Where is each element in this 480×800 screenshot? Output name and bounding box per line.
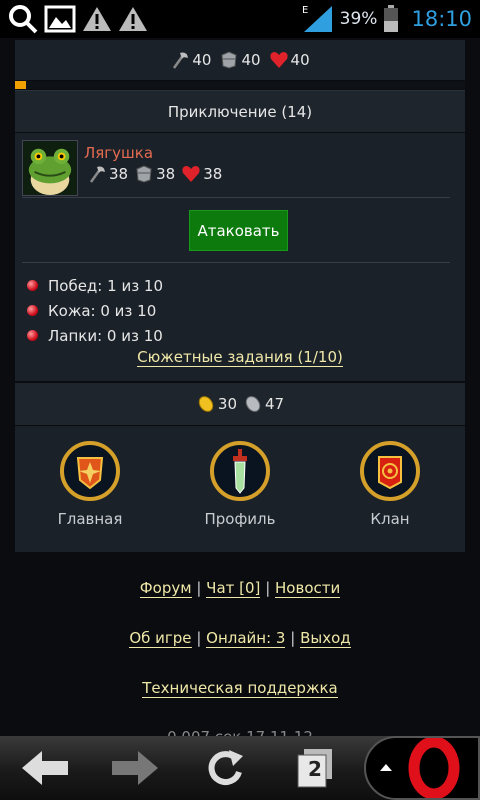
axe-icon — [173, 52, 189, 69]
monster-stats: 38 38 38 — [84, 164, 225, 184]
battery-percent: 39% — [339, 9, 378, 29]
support-link[interactable]: Техническая поддержка — [142, 679, 338, 698]
adventure-header: Приключение (14) — [15, 90, 465, 132]
heart-icon — [269, 52, 288, 68]
about-link[interactable]: Об игре — [129, 629, 192, 648]
footer-timing: 0.007 сек 17.11.12 — [0, 728, 480, 736]
nav-clan[interactable]: Клан — [330, 438, 450, 552]
silver-coin-icon — [245, 396, 261, 412]
status-bar: E 39% 18:10 — [0, 0, 480, 38]
quest-item: Побед: 1 из 10 — [27, 273, 163, 298]
tab-count: 2 — [308, 757, 322, 781]
back-arrow-icon — [22, 751, 68, 785]
adventure-title: Приключение (14) — [167, 102, 313, 121]
monster-attack: 38 — [87, 164, 128, 184]
warning-icon-2 — [119, 7, 147, 31]
opera-logo-icon — [408, 738, 460, 798]
monster-health: 38 — [181, 164, 222, 184]
monster-card: Лягушка 38 38 38 — [22, 140, 450, 198]
story-quests-link[interactable]: Сюжетные задания (1/10) — [15, 348, 465, 367]
red-dot-icon — [27, 280, 38, 291]
red-dot-icon — [27, 330, 38, 341]
forum-link[interactable]: Форум — [139, 579, 192, 598]
quest-item: Кожа: 0 из 10 — [27, 298, 163, 323]
game-page: 40 40 40 Приключение (14) Лягушка 38 38 … — [0, 38, 480, 736]
footer-links-row-3: Техническая поддержка — [0, 679, 480, 698]
adventure-body: Лягушка 38 38 38 Атаковать Побед: 1 из 1… — [15, 133, 465, 381]
attack-button[interactable]: Атаковать — [189, 210, 288, 251]
tabs-button[interactable]: 2 — [270, 736, 360, 800]
resources-bar: 30 47 — [15, 383, 465, 425]
chat-link[interactable]: Чат [0] — [206, 579, 261, 598]
monster-name[interactable]: Лягушка — [84, 144, 225, 162]
footer-links-row-2: Об игре | Онлайн: 3 | Выход — [129, 629, 351, 648]
chevron-up-icon — [380, 764, 392, 771]
footer-links-row-1: Форум | Чат [0] | Новости — [139, 579, 341, 598]
online-link[interactable]: Онлайн: 3 — [206, 629, 286, 648]
svg-text:E: E — [302, 5, 308, 16]
armor-stat: 40 — [219, 50, 261, 70]
main-nav: Главная Профиль Клан — [15, 426, 465, 552]
monster-armor: 38 — [134, 164, 175, 184]
opera-menu-button[interactable] — [364, 736, 480, 800]
signal-icon: E — [302, 5, 332, 32]
gallery-icon — [44, 5, 76, 33]
silver-resource: 47 — [243, 394, 284, 414]
gold-coin-icon — [198, 396, 214, 412]
sword-icon — [210, 441, 270, 501]
frog-avatar — [22, 140, 78, 196]
red-dot-icon — [27, 305, 38, 316]
back-button[interactable] — [0, 736, 90, 800]
divider — [22, 262, 450, 263]
warning-icon — [83, 7, 111, 31]
armor-icon — [221, 51, 237, 69]
armor-icon — [136, 165, 152, 183]
exit-link[interactable]: Выход — [300, 629, 351, 648]
health-stat: 40 — [269, 50, 310, 70]
xp-progress-fill — [15, 81, 27, 89]
battery-icon — [384, 5, 399, 32]
quest-item: Лапки: 0 из 10 — [27, 323, 163, 348]
browser-toolbar: 2 — [0, 736, 480, 800]
clock: 18:10 — [411, 7, 472, 31]
attack-stat: 40 — [170, 50, 211, 70]
quest-list: Побед: 1 из 10 Кожа: 0 из 10 Лапки: 0 из… — [27, 273, 163, 348]
heart-icon — [182, 166, 200, 182]
nav-home[interactable]: Главная — [30, 438, 150, 552]
news-link[interactable]: Новости — [275, 579, 341, 598]
gold-resource: 30 — [196, 394, 237, 414]
xp-progress-bar — [15, 81, 465, 89]
search-icon — [9, 5, 38, 34]
reload-button[interactable] — [180, 736, 270, 800]
clan-banner-icon — [360, 441, 420, 501]
forward-button[interactable] — [90, 736, 180, 800]
monster-info: Лягушка 38 38 38 — [84, 140, 225, 197]
home-shield-icon — [60, 441, 120, 501]
axe-icon — [89, 166, 105, 183]
forward-arrow-icon — [112, 751, 158, 785]
reload-icon — [208, 750, 243, 786]
player-stats: 40 40 40 — [15, 40, 465, 80]
nav-profile[interactable]: Профиль — [180, 438, 300, 552]
